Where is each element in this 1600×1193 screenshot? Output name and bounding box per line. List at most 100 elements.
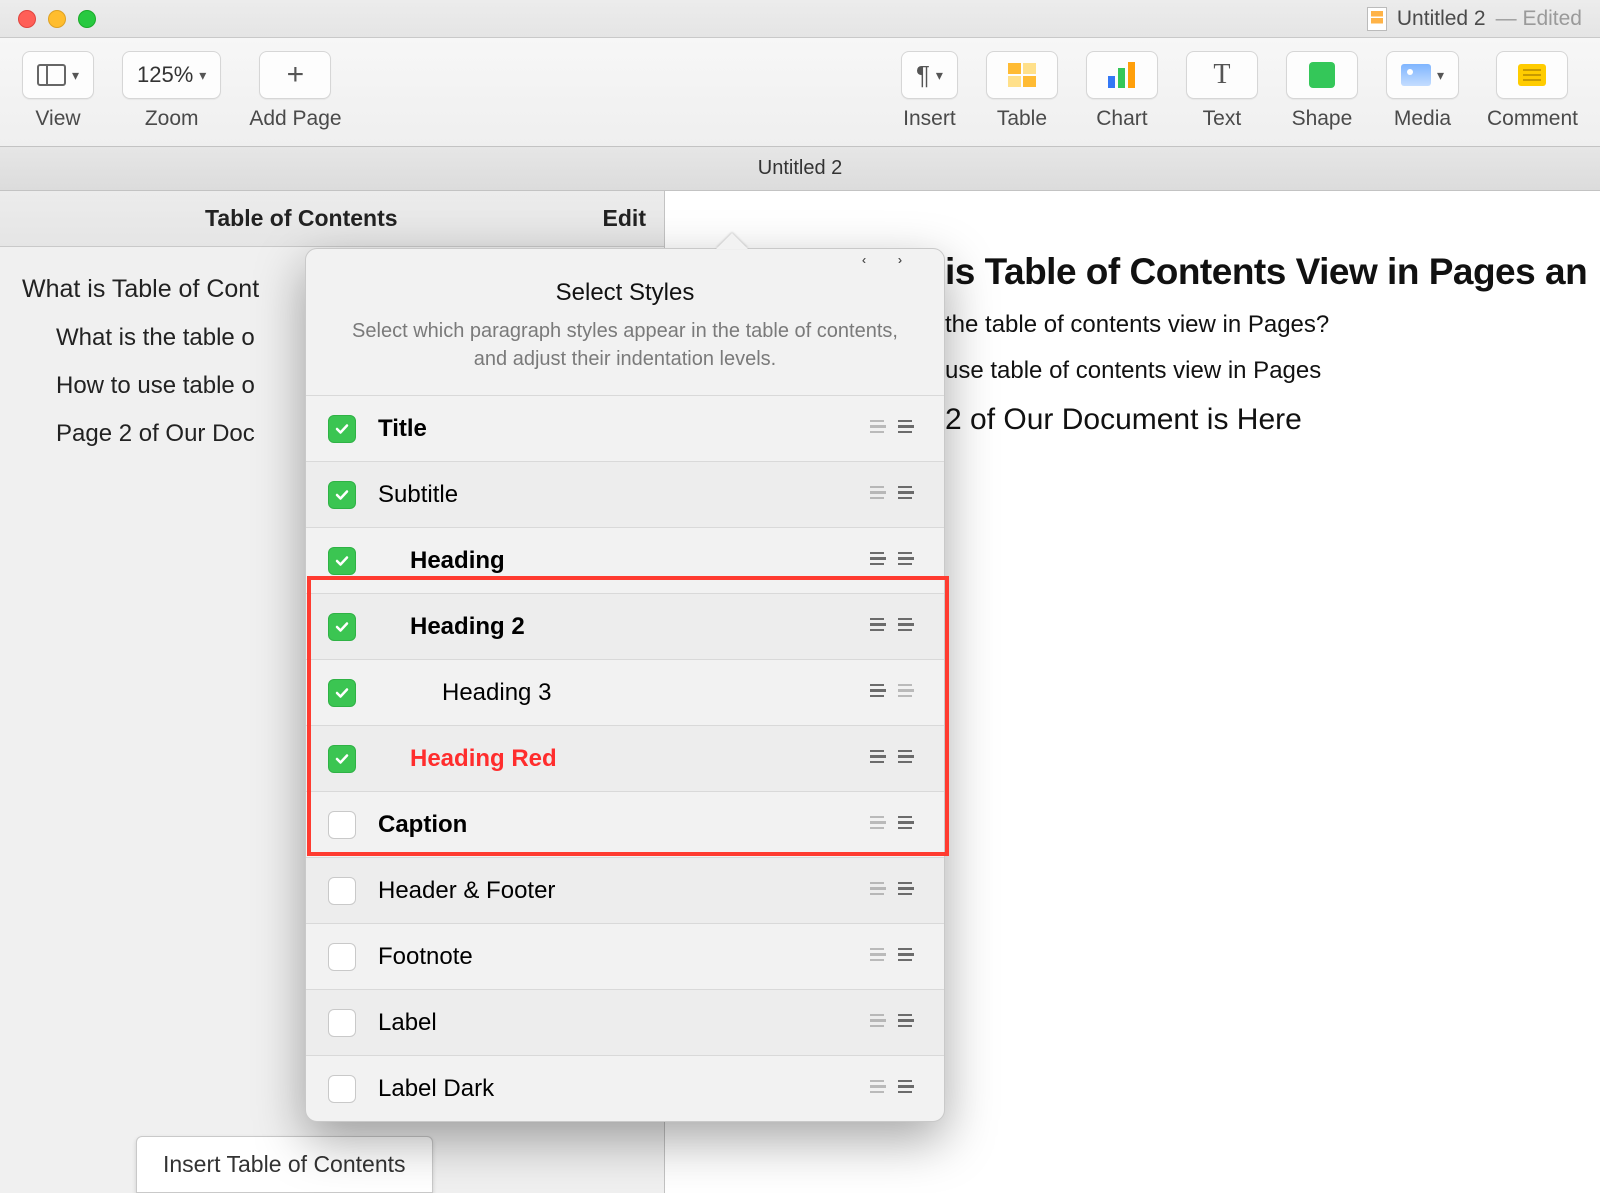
close-window-button[interactable] xyxy=(18,10,36,28)
outdent-icon xyxy=(862,882,886,900)
style-label[interactable]: Title xyxy=(356,415,862,443)
indent-controls: ‹ › xyxy=(862,618,922,636)
select-styles-popover: Select Styles Select which paragraph sty… xyxy=(305,248,945,1122)
window-edited-indicator: — Edited xyxy=(1496,7,1582,31)
outdent-icon xyxy=(862,420,886,438)
style-label[interactable]: Heading 3 xyxy=(356,679,862,707)
minimize-window-button[interactable] xyxy=(48,10,66,28)
style-label[interactable]: Footnote xyxy=(356,943,862,971)
outdent-button[interactable]: ‹ xyxy=(862,684,886,702)
style-row: Heading 3 ‹ › xyxy=(306,659,944,725)
style-row: Caption ‹ › xyxy=(306,791,944,857)
indent-controls: ‹ › xyxy=(862,750,922,768)
style-row: Label Dark ‹ › xyxy=(306,1055,944,1121)
zoom-value: 125% xyxy=(137,62,193,88)
style-checkbox[interactable] xyxy=(328,811,356,839)
document-heading-2: 2 of Our Document is Here xyxy=(945,403,1570,437)
style-checkbox[interactable] xyxy=(328,679,356,707)
view-button[interactable]: ▾ xyxy=(22,51,94,99)
popover-description: Select which paragraph styles appear in … xyxy=(306,317,944,395)
media-button[interactable]: ▾ xyxy=(1386,51,1459,99)
style-label[interactable]: Subtitle xyxy=(356,481,862,509)
style-checkbox[interactable] xyxy=(328,547,356,575)
indent-controls: ‹ › xyxy=(862,816,922,834)
chart-button[interactable] xyxy=(1086,51,1158,99)
indent-button[interactable]: › xyxy=(898,486,922,504)
style-checkbox[interactable] xyxy=(328,943,356,971)
sidebar-header: Table of Contents Edit xyxy=(0,191,664,247)
outdent-icon xyxy=(862,948,886,966)
indent-button[interactable]: › xyxy=(898,618,922,636)
insert-label: Insert xyxy=(903,107,956,131)
comment-icon xyxy=(1518,64,1546,86)
indent-button[interactable]: › xyxy=(898,882,922,900)
view-icon xyxy=(37,64,66,86)
indent-icon xyxy=(898,1080,922,1098)
table-label: Table xyxy=(997,107,1047,131)
document-tab[interactable]: Untitled 2 xyxy=(758,157,843,180)
style-checkbox[interactable] xyxy=(328,481,356,509)
style-label[interactable]: Header & Footer xyxy=(356,877,862,905)
outdent-icon xyxy=(862,552,886,570)
style-checkbox[interactable] xyxy=(328,415,356,443)
add-page-button[interactable]: + xyxy=(259,51,331,99)
outdent-button[interactable]: ‹ xyxy=(862,618,886,636)
style-checkbox[interactable] xyxy=(328,1009,356,1037)
indent-icon xyxy=(898,816,922,834)
style-label[interactable]: Label xyxy=(378,1009,437,1036)
sidebar-edit-button[interactable]: Edit xyxy=(603,205,664,232)
chevron-down-icon: ▾ xyxy=(936,67,943,84)
style-row: Footnote ‹ › xyxy=(306,923,944,989)
outdent-icon xyxy=(862,816,886,834)
style-row: Label ‹ › xyxy=(306,989,944,1055)
indent-button[interactable]: › xyxy=(898,750,922,768)
style-checkbox[interactable] xyxy=(328,877,356,905)
indent-controls: ‹ › xyxy=(862,684,922,702)
popover-title: Select Styles xyxy=(306,249,944,317)
media-icon xyxy=(1401,64,1431,86)
style-label[interactable]: Heading xyxy=(356,547,862,575)
text-button[interactable]: T xyxy=(1186,51,1258,99)
style-label[interactable]: Caption xyxy=(356,811,862,839)
style-row: Title ‹ › xyxy=(306,395,944,461)
indent-controls: ‹ › xyxy=(862,1080,922,1098)
style-checkbox[interactable] xyxy=(328,613,356,641)
outdent-button: ‹ xyxy=(862,882,886,900)
shape-icon xyxy=(1309,62,1335,88)
comment-label: Comment xyxy=(1487,107,1578,131)
chart-label: Chart xyxy=(1096,107,1147,131)
style-row: Subtitle ‹ › xyxy=(306,461,944,527)
outdent-button: ‹ xyxy=(862,420,886,438)
insert-toc-button[interactable]: Insert Table of Contents xyxy=(136,1136,433,1193)
document-subheading-2: use table of contents view in Pages xyxy=(945,357,1570,385)
outdent-button[interactable]: ‹ xyxy=(862,552,886,570)
outdent-icon xyxy=(862,486,886,504)
indent-button[interactable]: › xyxy=(898,1080,922,1098)
outdent-button[interactable]: ‹ xyxy=(862,750,886,768)
indent-button[interactable]: › xyxy=(898,1014,922,1032)
indent-button[interactable]: › xyxy=(898,948,922,966)
style-label[interactable]: Label Dark xyxy=(356,1075,862,1103)
text-label: Text xyxy=(1203,107,1242,131)
indent-icon xyxy=(898,1014,922,1032)
style-label[interactable]: Heading Red xyxy=(356,745,862,773)
indent-button[interactable]: › xyxy=(898,816,922,834)
style-label[interactable]: Heading 2 xyxy=(356,613,862,641)
table-button[interactable] xyxy=(986,51,1058,99)
indent-button[interactable]: › xyxy=(898,420,922,438)
fullscreen-window-button[interactable] xyxy=(78,10,96,28)
window-titlebar: Untitled 2 — Edited xyxy=(0,0,1600,38)
style-checkbox[interactable] xyxy=(328,1075,356,1103)
zoom-button[interactable]: 125% ▾ xyxy=(122,51,221,99)
insert-button[interactable]: ¶ ▾ xyxy=(901,51,958,99)
zoom-label: Zoom xyxy=(145,107,199,131)
indent-button: › xyxy=(898,684,922,702)
indent-button[interactable]: › xyxy=(898,552,922,570)
comment-button[interactable] xyxy=(1496,51,1568,99)
style-checkbox[interactable] xyxy=(328,745,356,773)
chart-icon xyxy=(1108,62,1135,88)
media-label: Media xyxy=(1394,107,1451,131)
indent-icon xyxy=(898,486,922,504)
indent-icon xyxy=(898,618,922,636)
shape-button[interactable] xyxy=(1286,51,1358,99)
